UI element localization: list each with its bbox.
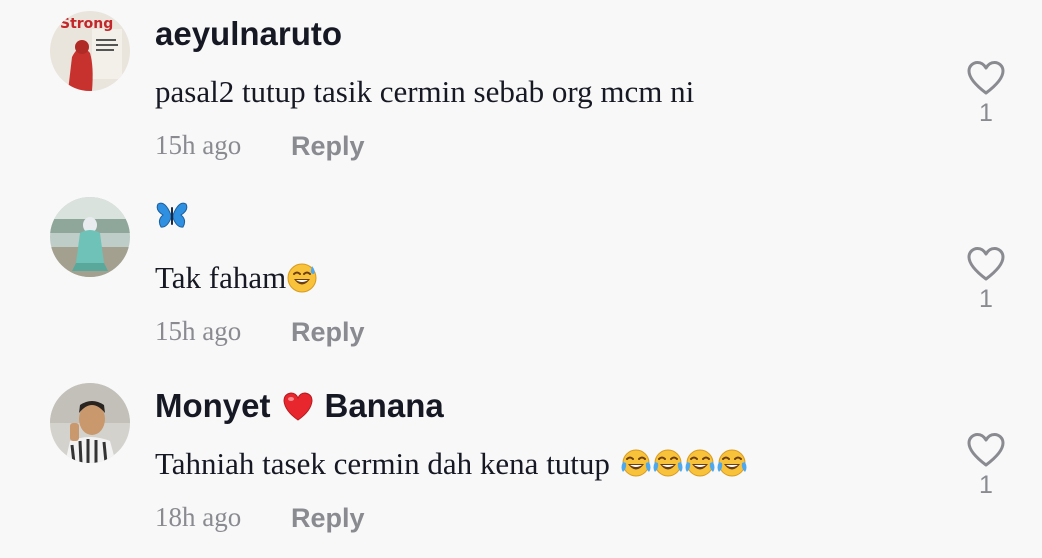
reply-button[interactable]: Reply [291, 500, 365, 536]
username-text: Monyet [155, 387, 271, 424]
like-count: 1 [979, 285, 993, 313]
comment-text: Tahniah tasek cermin dah kena tutup [155, 444, 748, 484]
like-button[interactable]: 1 [964, 60, 1008, 128]
butterfly-emoji [155, 198, 189, 232]
comment-text-body: pasal2 tutup tasik cermin sebab org mcm … [155, 74, 695, 109]
comment-time: 15h ago [155, 130, 242, 160]
like-button[interactable]: 1 [964, 246, 1008, 314]
reply-button[interactable]: Reply [291, 314, 365, 350]
heart-icon[interactable] [964, 246, 1008, 282]
comment-text: Tak faham [155, 258, 318, 298]
avatar[interactable] [50, 383, 130, 463]
comment-username[interactable]: aeyulnaruto [155, 12, 342, 56]
comment-username[interactable]: Monyet Banana [155, 384, 444, 428]
heart-icon[interactable] [964, 60, 1008, 96]
tears-of-joy-emoji [652, 448, 684, 480]
grinning-sweat-emoji [286, 262, 318, 294]
username-text: Banana [324, 387, 444, 424]
like-count: 1 [979, 99, 993, 127]
like-button[interactable]: 1 [964, 432, 1008, 500]
like-count: 1 [979, 471, 993, 499]
reply-button[interactable]: Reply [291, 128, 365, 164]
comment-item: Monyet Banana Tahniah tasek cermin dah k… [0, 372, 1042, 558]
comment-text-body: Tak faham [155, 260, 287, 295]
red-heart-emoji [281, 389, 315, 423]
tears-of-joy-emoji [620, 448, 652, 480]
avatar[interactable] [50, 197, 130, 277]
username-text: aeyulnaruto [155, 15, 343, 52]
comment-item: Tak faham 15h ago Reply 1 [0, 186, 1042, 372]
comment-text: pasal2 tutup tasik cermin sebab org mcm … [155, 72, 694, 112]
comment-username[interactable] [155, 198, 189, 232]
heart-icon[interactable] [964, 432, 1008, 468]
tears-of-joy-emoji [716, 448, 748, 480]
comment-text-body: Tahniah tasek cermin dah kena tutup [155, 446, 610, 481]
comment-time: 15h ago [155, 316, 242, 346]
comment-time: 18h ago [155, 502, 242, 532]
avatar[interactable]: Strong [50, 11, 130, 91]
comment-item: Strong aeyulnaruto pasal2 tutup tasik ce… [0, 0, 1042, 186]
tears-of-joy-emoji [684, 448, 716, 480]
svg-text:Strong: Strong [60, 16, 113, 32]
